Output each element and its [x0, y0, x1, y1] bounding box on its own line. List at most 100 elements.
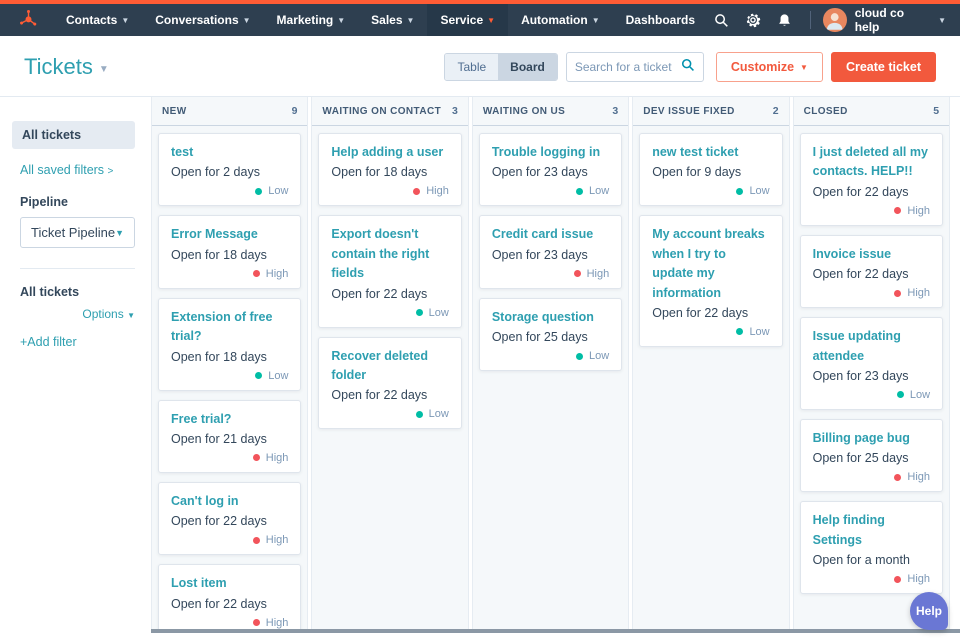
chevron-down-icon: ▼ [406, 16, 415, 25]
board-view-button[interactable]: Board [498, 54, 557, 80]
ticket-card[interactable]: Extension of free trial? Open for 18 day… [158, 297, 302, 391]
settings-gear-icon[interactable] [739, 6, 766, 34]
ticket-card[interactable]: Lost item Open for 22 days High [158, 564, 302, 633]
priority-label: High [426, 185, 449, 198]
chevron-down-icon: ▼ [487, 16, 496, 25]
priority-dot-icon [576, 352, 584, 360]
ticket-search-input[interactable] [574, 60, 681, 74]
nav-item-contacts[interactable]: Contacts ▼ [53, 4, 142, 36]
ticket-title-link[interactable]: My account breaks when I try to update m… [652, 225, 769, 303]
ticket-title-link[interactable]: Invoice issue [813, 245, 930, 264]
chevron-down-icon: ▼ [121, 16, 130, 25]
column-body: Help adding a user Open for 18 days High… [312, 126, 467, 633]
customize-button[interactable]: Customize ▼ [715, 52, 823, 82]
ticket-priority: Low [813, 389, 930, 401]
create-ticket-button[interactable]: Create ticket [830, 52, 936, 82]
ticket-card[interactable]: Storage question Open for 25 days Low [478, 297, 623, 372]
column-header: DEV ISSUE FIXED 2 [633, 97, 789, 126]
hubspot-sprocket-icon [18, 8, 39, 32]
notifications-bell-icon[interactable] [771, 6, 798, 34]
priority-dot-icon [415, 309, 423, 316]
nav-item-sales[interactable]: Sales ▼ [358, 4, 427, 36]
kanban-board: NEW 9 test Open for 2 days Low Error Mes… [151, 97, 951, 633]
priority-label: High [265, 616, 289, 629]
page-header: Tickets ▼ Table Board Customize ▼ Create… [0, 36, 960, 97]
ticket-card[interactable]: Credit card issue Open for 23 days High [478, 215, 623, 289]
options-dropdown[interactable]: Options ▼ [20, 307, 135, 321]
ticket-title-link[interactable]: Billing page bug [813, 429, 930, 448]
column-body: test Open for 2 days Low Error Message O… [152, 126, 307, 633]
pipeline-column: NEW 9 test Open for 2 days Low Error Mes… [151, 97, 309, 633]
horizontal-scrollbar[interactable] [151, 629, 960, 633]
ticket-title-link[interactable]: Help finding Settings [813, 511, 930, 550]
sidebar-item-all-tickets[interactable]: All tickets [12, 121, 135, 149]
ticket-priority: High [813, 205, 930, 217]
ticket-card[interactable]: Help finding Settings Open for a month H… [799, 501, 944, 594]
ticket-card[interactable]: Free trial? Open for 21 days High [158, 399, 302, 473]
ticket-title-link[interactable]: Issue updating attendee [813, 327, 930, 366]
ticket-card[interactable]: Help adding a user Open for 18 days High [318, 133, 462, 207]
ticket-card[interactable]: Invoice issue Open for 22 days High [799, 234, 944, 309]
ticket-card[interactable]: Billing page bug Open for 25 days High [799, 418, 944, 493]
ticket-title-link[interactable]: Error Message [171, 225, 288, 244]
column-header: CLOSED 5 [793, 97, 950, 126]
ticket-priority: High [331, 185, 449, 198]
ticket-age: Open for 22 days [812, 267, 909, 282]
nav-item-automation[interactable]: Automation ▼ [508, 4, 613, 36]
pipeline-select[interactable]: Ticket Pipeline ▼ [20, 217, 135, 248]
column-body: I just deleted all my contacts. HELP!! O… [794, 126, 949, 633]
ticket-card[interactable]: new test ticket Open for 9 days Low [639, 133, 783, 207]
search-icon[interactable] [708, 6, 735, 34]
ticket-title-link[interactable]: Lost item [171, 574, 288, 593]
search-icon[interactable] [681, 58, 695, 77]
chevron-down-icon: ▼ [337, 16, 346, 25]
ticket-title-link[interactable]: Export doesn't contain the right fields [331, 225, 448, 283]
ticket-card[interactable]: My account breaks when I try to update m… [639, 215, 783, 347]
ticket-title-link[interactable]: Trouble logging in [492, 143, 609, 162]
nav-item-service[interactable]: Service ▼ [427, 4, 509, 36]
priority-dot-icon [415, 410, 423, 418]
add-filter-button[interactable]: +Add filter [20, 335, 135, 349]
ticket-card[interactable]: I just deleted all my contacts. HELP!! O… [799, 133, 944, 226]
account-name: cloud co help [854, 6, 905, 34]
ticket-card[interactable]: Error Message Open for 18 days High [158, 215, 302, 289]
ticket-title-link[interactable]: Credit card issue [492, 225, 609, 244]
ticket-title-link[interactable]: test [171, 143, 288, 162]
nav-item-marketing[interactable]: Marketing ▼ [264, 4, 359, 36]
ticket-priority: Low [492, 350, 609, 362]
ticket-priority: High [813, 287, 930, 299]
ticket-age: Open for 25 days [812, 451, 909, 466]
hubspot-logo[interactable] [0, 4, 53, 36]
ticket-card[interactable]: Issue updating attendee Open for 23 days… [799, 317, 944, 410]
ticket-title-link[interactable]: Storage question [492, 308, 609, 327]
ticket-title-link[interactable]: new test ticket [652, 143, 769, 162]
ticket-age: Open for 2 days [171, 165, 260, 180]
priority-dot-icon [896, 391, 904, 399]
ticket-title-link[interactable]: I just deleted all my contacts. HELP!! [813, 143, 930, 182]
priority-dot-icon [255, 187, 263, 195]
view-toggle: Table Board [444, 53, 558, 81]
ticket-card[interactable]: Export doesn't contain the right fields … [318, 215, 462, 328]
ticket-title-link[interactable]: Free trial? [171, 410, 288, 429]
priority-dot-icon [736, 328, 744, 336]
ticket-card[interactable]: Recover deleted folder Open for 22 days … [318, 336, 462, 430]
ticket-card[interactable]: Can't log in Open for 22 days High [158, 481, 302, 556]
account-menu[interactable]: cloud co help ▼ [823, 6, 946, 34]
column-count: 5 [933, 105, 940, 117]
ticket-title-link[interactable]: Extension of free trial? [171, 308, 288, 347]
help-button[interactable]: Help [910, 592, 948, 630]
ticket-priority: High [813, 471, 930, 483]
ticket-title-link[interactable]: Can't log in [171, 492, 288, 511]
ticket-title-link[interactable]: Recover deleted folder [331, 347, 448, 386]
all-saved-filters-link[interactable]: All saved filters > [20, 163, 135, 177]
page-title[interactable]: Tickets ▼ [24, 54, 109, 80]
ticket-card[interactable]: Trouble logging in Open for 23 days Low [478, 133, 623, 207]
nav-item-conversations[interactable]: Conversations ▼ [142, 4, 263, 36]
ticket-card[interactable]: test Open for 2 days Low [158, 133, 302, 207]
ticket-title-link[interactable]: Help adding a user [331, 143, 448, 162]
nav-item-dashboards[interactable]: Dashboards [613, 4, 708, 36]
priority-dot-icon [252, 454, 260, 462]
board-area: NEW 9 test Open for 2 days Low Error Mes… [149, 97, 960, 633]
chevron-down-icon: ▼ [242, 16, 251, 25]
table-view-button[interactable]: Table [445, 54, 499, 80]
